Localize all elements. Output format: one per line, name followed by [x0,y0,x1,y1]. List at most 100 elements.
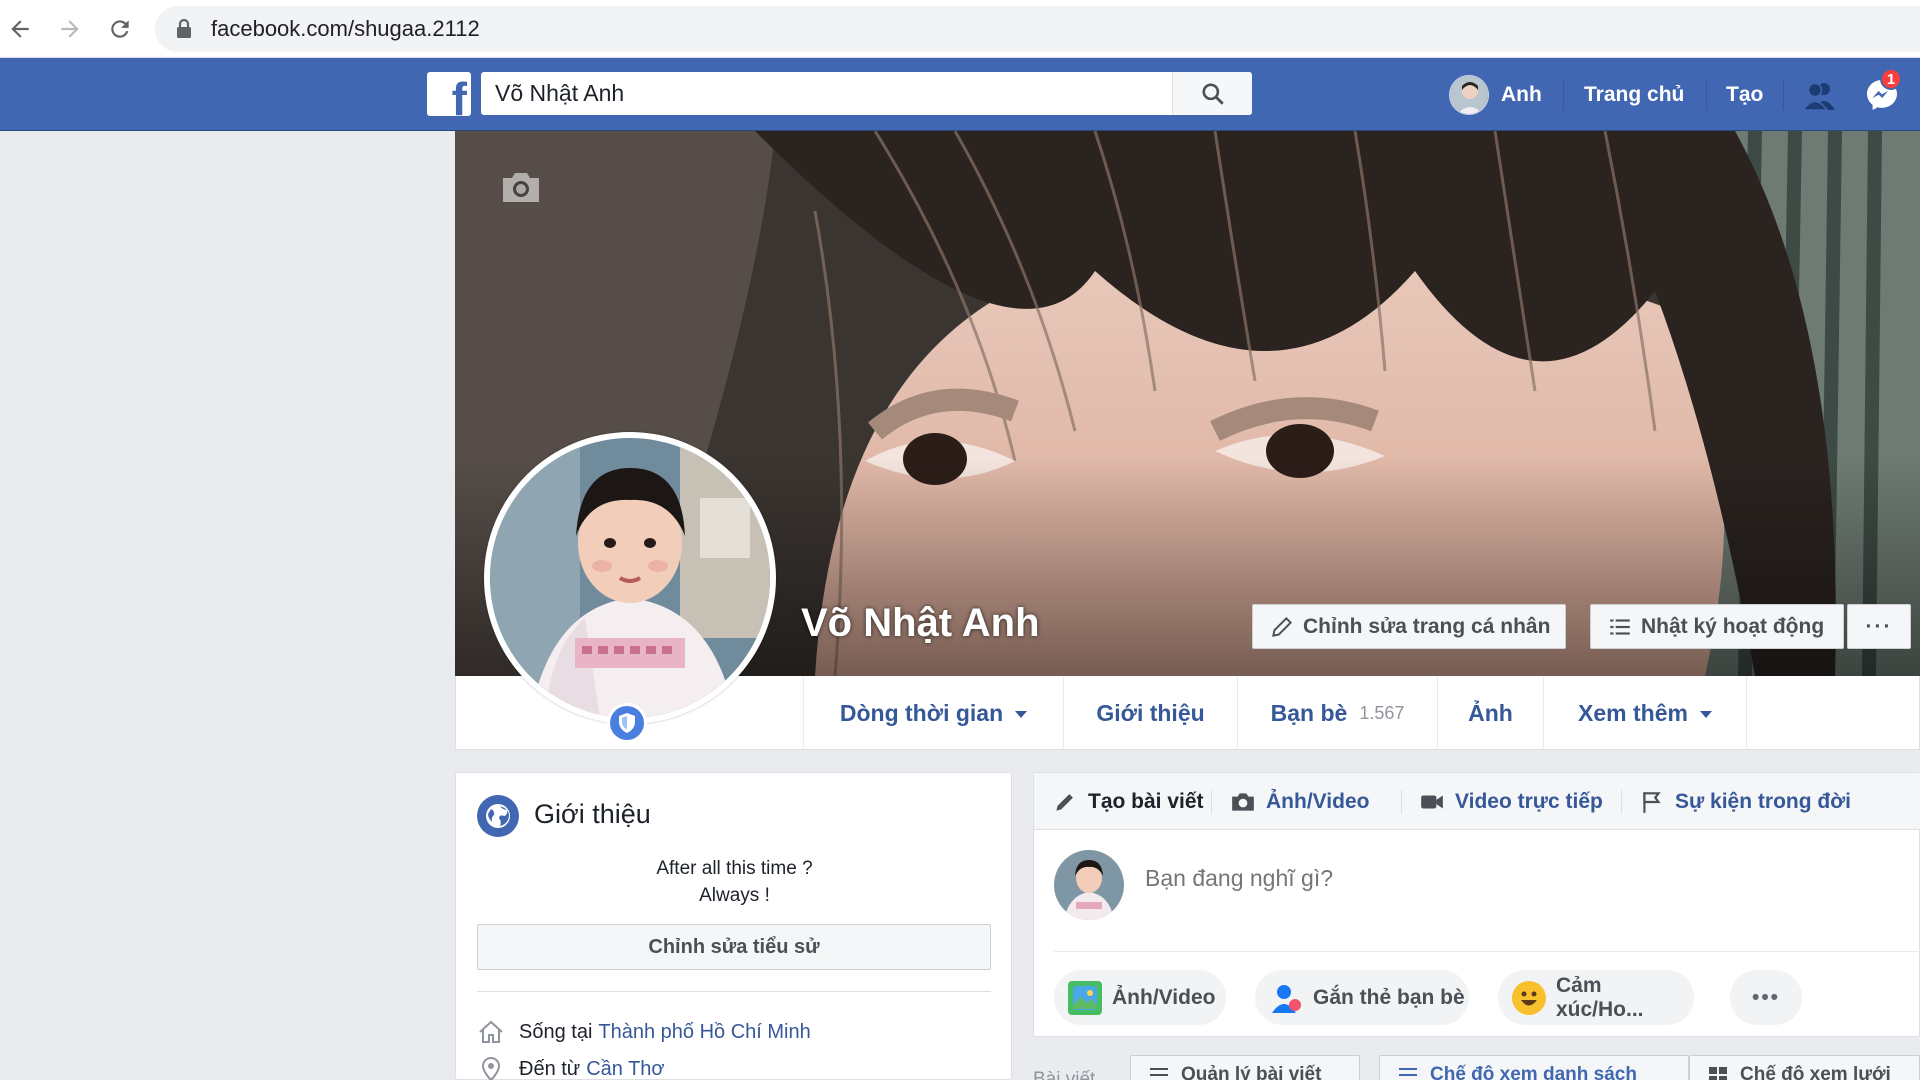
friend-requests-button[interactable] [1802,58,1838,131]
camera-icon[interactable] [499,169,543,205]
location-pin-icon [481,1057,501,1080]
photo-video-pill[interactable]: Ảnh/Video [1054,970,1226,1025]
tab-friends-label: Bạn bè [1270,699,1348,726]
posts-filter-bar: Bài viết Quản lý bài viết Chế độ xem dan… [1033,1051,1920,1080]
address-bar[interactable]: facebook.com/shugaa.2112 [155,6,1920,52]
tab-photo-video-label: Ảnh/Video [1266,789,1370,813]
globe-icon [477,795,519,837]
smiley-icon [1512,980,1546,1015]
list-view-label: Chế độ xem danh sách [1430,1064,1637,1080]
tab-about[interactable]: Giới thiệu [1063,676,1237,750]
reload-button[interactable] [102,11,138,47]
reload-icon [111,20,129,38]
photo-video-pill-label: Ảnh/Video [1112,985,1216,1009]
photo-icon [1068,980,1102,1015]
grid-icon [1709,1067,1727,1080]
profile-name[interactable]: Võ Nhật Anh [801,601,1040,646]
intro-card: Giới thiệu After all this time ? Always … [455,772,1012,1080]
manage-posts-label: Quản lý bài viết [1181,1064,1322,1080]
manage-posts-button[interactable]: Quản lý bài viết [1130,1055,1360,1080]
search-icon [1201,82,1224,105]
create-label: Tạo [1726,82,1764,106]
back-button[interactable] [2,11,38,47]
user-avatar [1449,74,1489,115]
camera-icon [1232,792,1254,811]
pencil-icon [1272,616,1293,637]
forward-button[interactable] [52,11,88,47]
composer-tabs: Tạo bài viết Ảnh/Video Video trực tiếp S… [1034,773,1920,830]
composer-avatar [1054,850,1124,920]
tab-photos[interactable]: Ảnh [1437,676,1543,750]
facebook-logo-text: f [451,73,467,116]
arrow-right-icon [61,20,79,38]
facebook-logo[interactable]: f [427,72,471,116]
bio-line-1: After all this time ? [656,858,813,879]
profile-nav-link[interactable]: Anh [1449,58,1542,131]
facebook-header: f Anh Trang chủ Tạo 1 [0,58,1920,131]
url-text: facebook.com/shugaa.2112 [211,16,480,41]
tab-friends[interactable]: Bạn bè 1.567 [1237,676,1437,750]
lives-in-row: Sống tại Thành phố Hồ Chí Minh [477,1018,811,1046]
list-icon [1610,618,1630,635]
home-link[interactable]: Trang chủ [1584,58,1684,131]
tab-timeline-label: Dòng thời gian [839,699,1004,726]
more-options-pill[interactable]: ••• [1730,970,1802,1025]
friends-icon [1802,82,1835,110]
grid-view-label: Chế độ xem lưới [1740,1064,1891,1080]
list-icon [1399,1068,1417,1076]
flag-icon [1643,791,1661,813]
edit-profile-label: Chỉnh sửa trang cá nhân [1303,614,1551,638]
activity-log-label: Nhật ký hoạt động [1641,614,1825,638]
edit-bio-button[interactable]: Chỉnh sửa tiểu sử [477,924,991,970]
bio-line-2: Always ! [699,885,770,906]
video-camera-icon [1421,795,1443,808]
profile-image [490,438,770,718]
tab-live-video[interactable]: Video trực tiếp [1419,773,1603,830]
manage-icon [1150,1068,1168,1076]
feeling-activity-pill-label: Cảm xúc/Ho... [1556,973,1644,1021]
tag-friends-pill[interactable]: Gắn thẻ bạn bè [1255,970,1469,1025]
more-options-button[interactable]: ··· [1847,604,1911,649]
tab-more-label: Xem thêm [1578,699,1688,726]
user-name-link: Anh [1501,82,1542,106]
profile-picture[interactable] [484,432,776,724]
tag-friends-pill-label: Gắn thẻ bạn bè [1313,985,1465,1009]
tab-about-label: Giới thiệu [1096,699,1205,726]
edit-profile-button[interactable]: Chỉnh sửa trang cá nhân [1252,604,1566,649]
list-view-button[interactable]: Chế độ xem danh sách [1379,1055,1689,1080]
posts-label: Bài viết [1033,1069,1096,1080]
home-label: Trang chủ [1584,82,1685,106]
tag-friends-icon [1269,981,1303,1015]
activity-log-button[interactable]: Nhật ký hoạt động [1590,604,1844,649]
from-label: Đến từ [519,1057,581,1080]
arrow-left-icon [11,20,29,38]
feeling-activity-pill[interactable]: Cảm xúc/Ho... [1498,970,1694,1025]
shield-icon [619,713,635,733]
tab-live-video-label: Video trực tiếp [1455,789,1603,813]
caret-down-icon [1015,710,1028,718]
grid-view-button[interactable]: Chế độ xem lưới [1689,1055,1920,1080]
search-input[interactable] [495,80,1175,107]
browser-toolbar: facebook.com/shugaa.2112 [0,0,1920,58]
from-city-link[interactable]: Cần Thơ [586,1058,664,1080]
friends-count: 1.567 [1359,702,1405,723]
lives-in-city-link[interactable]: Thành phố Hồ Chí Minh [598,1021,810,1044]
create-link[interactable]: Tạo [1726,58,1763,131]
tab-timeline[interactable]: Dòng thời gian [803,676,1063,750]
messenger-badge: 1 [1880,68,1902,90]
tab-create-post[interactable]: Tạo bài viết [1052,773,1204,830]
search-box [481,72,1252,115]
post-composer: Tạo bài viết Ảnh/Video Video trực tiếp S… [1033,772,1920,1037]
from-row: Đến từ Cần Thơ [477,1055,665,1080]
composer-input[interactable] [1145,865,1845,892]
tab-more[interactable]: Xem thêm [1543,676,1747,750]
tab-life-event-label: Sự kiện trong đời [1675,789,1851,813]
divider [477,991,991,992]
tab-create-post-label: Tạo bài viết [1088,789,1204,813]
lives-in-label: Sống tại [519,1020,593,1043]
search-button[interactable] [1172,72,1252,115]
pencil-icon [1056,793,1073,811]
intro-title: Giới thiệu [534,799,651,829]
tab-photo-video[interactable]: Ảnh/Video [1230,773,1369,830]
tab-life-event[interactable]: Sự kiện trong đời [1639,773,1851,830]
